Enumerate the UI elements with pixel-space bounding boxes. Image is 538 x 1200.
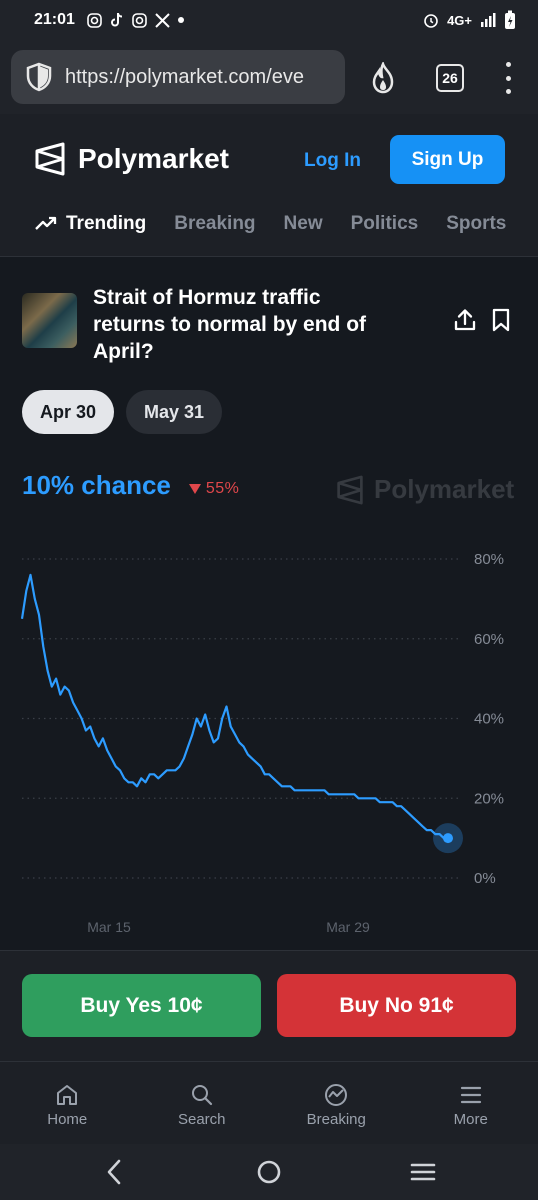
bookmark-icon[interactable] [491,308,511,332]
trending-icon [35,216,57,230]
y-tick-label: 40% [474,711,504,728]
chance-change-value: 55% [205,480,240,497]
bottom-nav-search[interactable]: Search [135,1062,270,1144]
nav-breaking[interactable]: Breaking [174,213,255,235]
menu-icon [460,1086,481,1103]
status-bar: 21:01 4G+ [0,0,538,40]
current-point [443,833,453,844]
price-chart[interactable]: 0% 20% 40% 60% 80% Mar 15 Mar 29 [0,540,538,950]
search-icon [191,1084,212,1105]
y-tick-label: 20% [474,790,504,807]
bottom-nav-home-label: Home [47,1110,88,1128]
triangle-down-icon [188,484,201,494]
signup-button[interactable]: Sign Up [390,135,505,184]
share-icon[interactable] [454,308,476,332]
chance-change: 55% [188,480,240,498]
watermark-text: Polymarket [374,474,515,504]
x-tick-label: Mar 15 [87,919,131,935]
x-icon [155,12,170,28]
trade-bar: Buy Yes 10¢ Buy No 91¢ [0,950,538,1061]
bottom-nav-more-label: More [453,1110,488,1128]
date-pill-may-31[interactable]: May 31 [126,390,223,434]
network-type: 4G+ [447,12,472,28]
chance-value: 10% chance [22,470,171,500]
battery-charging-icon [505,10,515,29]
market-title: Strait of Hormuz traffic returns to norm… [93,286,367,363]
category-nav: Trending Breaking New Politics Sports [34,213,514,235]
bottom-nav-search-label: Search [177,1110,226,1128]
tiktok-icon [110,12,122,27]
instagram-icon [87,12,102,28]
nav-politics[interactable]: Politics [351,213,419,235]
back-icon[interactable] [104,1158,124,1186]
fire-icon[interactable] [368,62,398,94]
browser-toolbar: https://polymarket.com/eve 26 [0,40,538,114]
login-link[interactable]: Log In [304,150,361,172]
polymarket-logo-icon [35,142,65,176]
breaking-icon [325,1083,348,1106]
notification-icons [87,12,184,28]
alarm-icon [424,14,438,28]
y-tick-label: 0% [474,870,496,887]
chance-readout: 10% chance 55% [22,470,239,501]
date-pill-apr-30[interactable]: Apr 30 [22,390,115,434]
chart-series-line [20,573,448,840]
bottom-nav-more[interactable]: More [404,1062,538,1144]
bottom-nav-breaking-label: Breaking [306,1110,366,1128]
nav-new[interactable]: New [284,213,323,235]
signal-icon [481,13,496,27]
nav-trending-label: Trending [66,213,147,234]
url-text[interactable]: https://polymarket.com/eve [65,66,304,89]
buy-yes-button[interactable]: Buy Yes 10¢ [22,974,261,1037]
bottom-nav-home[interactable]: Home [0,1062,135,1144]
instagram-icon [132,12,147,28]
polymarket-logo[interactable]: Polymarket [34,142,229,176]
nav-sports[interactable]: Sports [446,213,506,235]
clock: 21:01 [34,11,75,28]
shield-icon[interactable] [25,62,53,92]
date-selector: Apr 30 May 31 [22,390,223,434]
tab-switcher-button[interactable]: 26 [436,64,464,92]
bottom-nav: Home Search Breaking More [0,1061,538,1144]
brand-name: Polymarket [78,143,229,174]
y-tick-label: 60% [474,631,504,648]
home-icon [57,1084,78,1105]
dot-icon [177,17,184,23]
home-circle-icon[interactable] [256,1158,282,1186]
site-header: Polymarket Log In Sign Up Trending Break… [0,114,538,257]
chart-watermark: Polymarket [336,474,514,505]
y-tick-label: 80% [474,551,504,568]
bottom-nav-breaking[interactable]: Breaking [269,1062,404,1144]
browser-menu-button[interactable] [500,62,516,94]
market-image [22,293,77,348]
recent-apps-icon[interactable] [410,1158,436,1186]
nav-trending[interactable]: Trending [34,213,146,235]
system-navigation [0,1144,538,1200]
url-bar[interactable]: https://polymarket.com/eve [11,50,345,104]
polymarket-logo-icon [337,475,363,504]
buy-no-button[interactable]: Buy No 91¢ [277,974,516,1037]
x-tick-label: Mar 29 [326,919,370,935]
